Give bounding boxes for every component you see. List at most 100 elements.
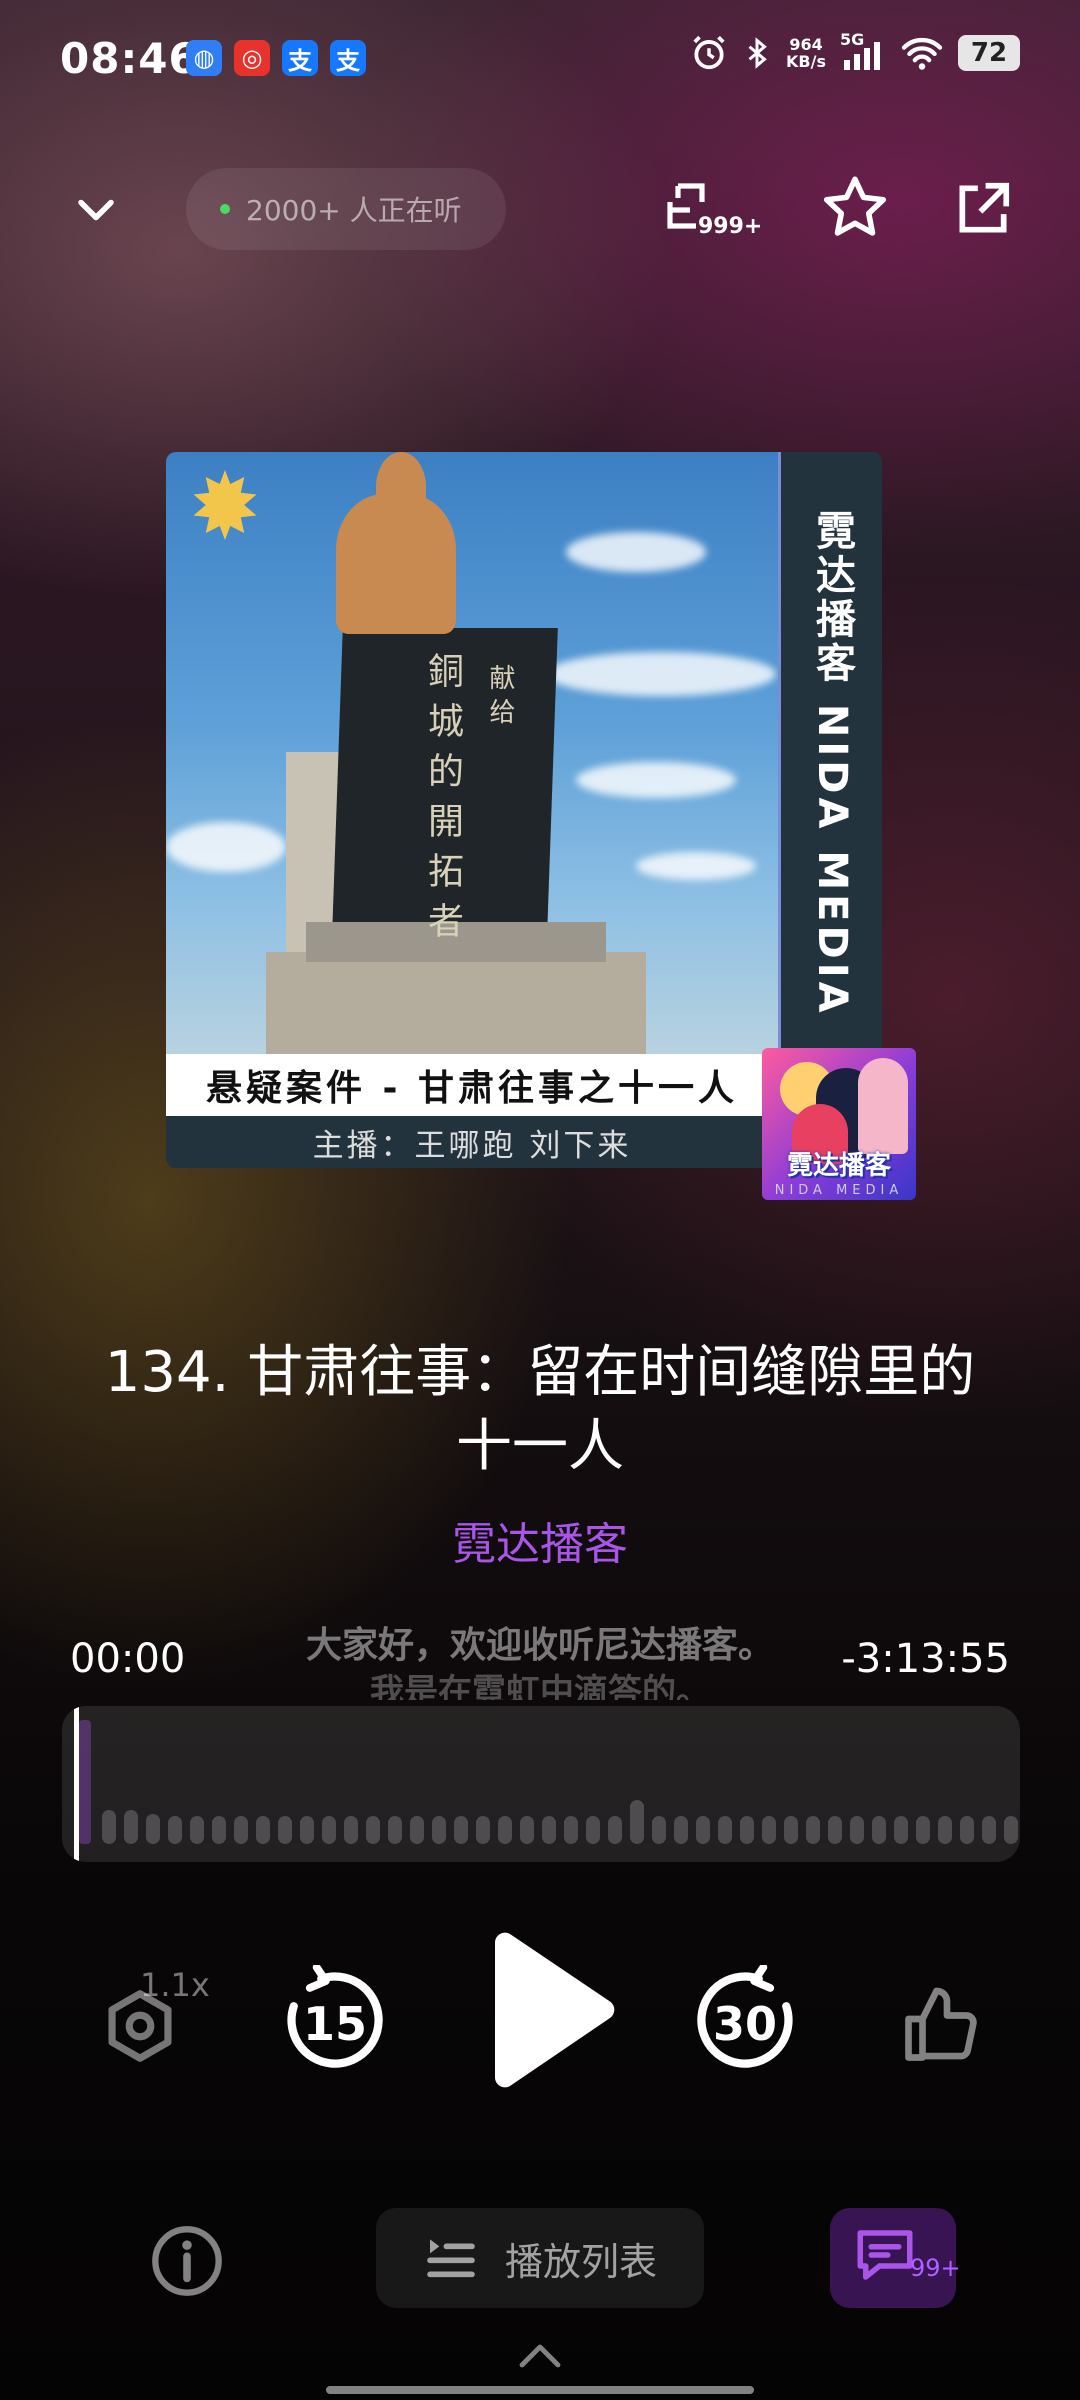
logo-title: 霓达播客 [786, 1151, 891, 1181]
waveform-bar [520, 1816, 534, 1844]
waveform-bar [652, 1816, 666, 1844]
chevron-up-icon [519, 2344, 561, 2368]
home-indicator[interactable] [326, 2386, 754, 2394]
waveform-bar [960, 1816, 974, 1844]
share-button[interactable] [952, 178, 1014, 240]
comment-count: 99+ [910, 2254, 961, 2282]
browser-app-icon: ◍ [186, 40, 222, 76]
comments-button[interactable]: 99+ [830, 2208, 961, 2308]
waveform-bar [454, 1816, 468, 1844]
waveform-bar [586, 1816, 600, 1844]
external-share-icon [959, 182, 1010, 233]
cover-photo: 銅城的開拓者 献给 [166, 452, 778, 1054]
rewind-seconds: 15 [302, 1997, 367, 2051]
forward-seconds: 30 [712, 1997, 777, 2051]
waveform-bar [322, 1816, 336, 1844]
status-time: 08:46 [60, 34, 199, 83]
battery-indicator: 72 [958, 35, 1020, 71]
waveform-bar [740, 1816, 754, 1844]
waveform-bar [366, 1816, 380, 1844]
waveform-bar [806, 1816, 820, 1844]
playlist-label: 播放列表 [504, 2239, 657, 2284]
play-button[interactable] [470, 1920, 630, 2110]
status-indicators: 964 KB/s 5G 72 [690, 30, 1020, 72]
cover-brand-text: 霓达播客 NIDA MEDIA [809, 510, 855, 1017]
forward-button[interactable]: 30 [690, 1960, 800, 2080]
monument-inscription: 銅城的開拓者 [422, 652, 463, 952]
wifi-icon [901, 37, 943, 70]
played-region [79, 1720, 91, 1844]
info-icon [152, 2226, 222, 2296]
alipay-icon: 支 [282, 40, 318, 76]
waveform-bar [564, 1816, 578, 1844]
playlist-button[interactable]: 播放列表 [376, 2208, 704, 2308]
waveform-bar [916, 1816, 930, 1844]
playhead[interactable] [74, 1706, 79, 1862]
like-button[interactable] [890, 1976, 990, 2076]
waveform-bar [718, 1816, 732, 1844]
waveform-bar [278, 1816, 292, 1844]
logo-subtitle: NIDA MEDIA [774, 1183, 904, 1198]
waveform-bar [498, 1816, 512, 1844]
waveform-bar [476, 1816, 490, 1844]
waveform-bar [982, 1816, 996, 1844]
collapse-button[interactable] [66, 180, 126, 240]
waveform-bar [894, 1816, 908, 1844]
channel-link[interactable]: 霓达播客 [0, 1508, 1080, 1572]
notification-icons: ◍ ◎ 支支 [186, 40, 366, 76]
waveform-bar [542, 1816, 556, 1844]
share-count: 999+ [698, 214, 763, 239]
waveform-bar [608, 1816, 622, 1844]
waveform-bars [102, 1800, 1018, 1844]
chevron-down-icon [78, 199, 114, 221]
waveform-bar [410, 1816, 424, 1844]
comment-icon [857, 2230, 913, 2280]
speed-label: 1.1x [140, 1966, 210, 2004]
waveform-bar [300, 1816, 314, 1844]
waveform-bar [168, 1816, 182, 1844]
waveform-bar [828, 1816, 842, 1844]
episode-title: 134. 甘肃往事：留在时间缝隙里的十一人 [104, 1340, 976, 1479]
play-icon [495, 1932, 615, 2088]
cover-episode-strip: 悬疑案件 - 甘肃往事之十一人 [166, 1054, 778, 1116]
waveform-bar [344, 1816, 358, 1844]
thumbs-up-icon [905, 1987, 977, 2061]
sun-badge-icon [193, 470, 257, 540]
favorite-button[interactable] [820, 172, 890, 242]
alarm-icon [693, 35, 725, 70]
netease-music-icon: ◎ [234, 40, 270, 76]
star-icon [823, 176, 887, 236]
share-count-button[interactable]: 999+ [660, 172, 762, 244]
waveform-bar [762, 1816, 776, 1844]
waveform-bar [1004, 1816, 1018, 1844]
podcast-logo: 霓达播客 NIDA MEDIA [762, 1048, 916, 1200]
episode-info-button[interactable] [146, 2220, 228, 2302]
waveform-bar [102, 1810, 116, 1844]
expand-handle[interactable] [516, 2340, 564, 2370]
live-dot [220, 204, 230, 214]
monument-inscription-side: 献给 [485, 664, 515, 732]
cover-side-banner: 霓达播客 NIDA MEDIA [778, 452, 882, 1054]
waveform-bar [432, 1816, 446, 1844]
rewind-button[interactable]: 15 [280, 1960, 390, 2080]
listeners-pill: 2000+ 人正在听 [186, 168, 506, 250]
waveform-bar [630, 1800, 644, 1844]
waveform-bar [850, 1816, 864, 1844]
playlist-icon [427, 2239, 475, 2278]
network-speed: 964 KB/s [786, 35, 826, 71]
waveform-scrubber[interactable] [62, 1706, 1020, 1862]
waveform-bar [784, 1816, 798, 1844]
bluetooth-icon [748, 37, 767, 69]
waveform-bar [234, 1816, 248, 1844]
waveform-bar [190, 1816, 204, 1844]
alipay-icon-2: 支 [330, 40, 366, 76]
waveform-bar [674, 1816, 688, 1844]
cellular-signal-icon [844, 42, 880, 70]
listeners-count: 2000+ 人正在听 [246, 194, 462, 227]
waveform-bar [696, 1816, 710, 1844]
waveform-bar [938, 1816, 952, 1844]
signal-indicator: 5G [840, 30, 886, 72]
remaining-time: -3:13:55 [841, 1636, 1010, 1682]
waveform-bar [388, 1816, 402, 1844]
cover-hosts: 主播：王哪跑 刘下来 [166, 1116, 778, 1168]
